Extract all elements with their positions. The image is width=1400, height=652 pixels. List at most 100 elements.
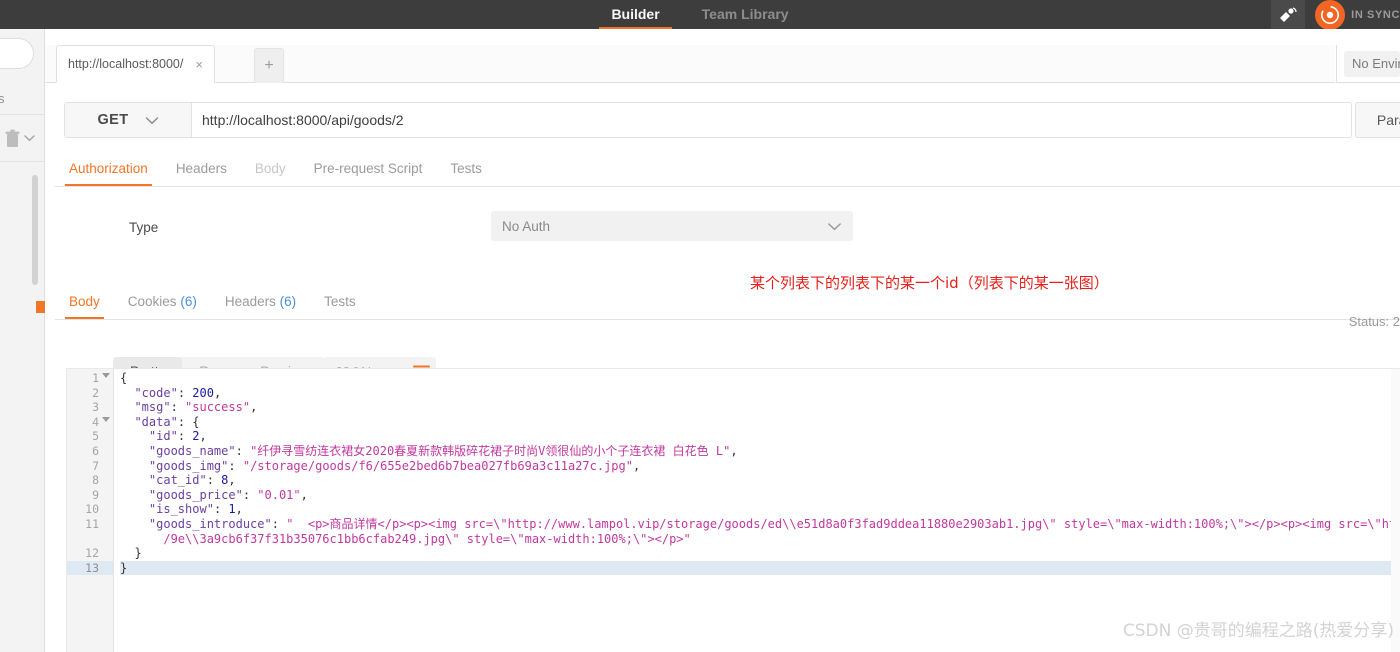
code-token: "纤伊寻雪纺连衣裙女2020春夏新款韩版碎花裙子时尚V领很仙的小个子连衣裙 白花… [250,443,731,458]
response-tab-cookies[interactable]: Cookies (6) [114,287,211,319]
status-badge: Status: 2 [1348,314,1400,329]
line-number: 2 [92,385,99,400]
tab-authorization[interactable]: Authorization [55,154,162,186]
postman-window: Builder Team Library IN SYNC s http://lo… [0,0,1400,652]
sidebar-accent-marker [36,301,45,313]
line-number [67,532,113,547]
line-number: 5 [92,429,99,444]
response-tab-headers[interactable]: Headers (6) [211,287,310,319]
line-number: 13 [67,560,113,576]
sidebar-trash-control[interactable] [4,125,45,151]
code-token: "code" [134,385,178,400]
sync-status-label: IN SYNC [1351,8,1400,21]
request-sub-tabs: Authorization Headers Body Pre-request S… [55,154,1400,187]
code-token: "goods_introduce" [148,516,272,531]
line-number: 6 [92,443,99,458]
response-body-editor[interactable]: 1 2 3 4 5 6 7 8 9 10 11 12 13 { "code": 200, "msg": … [66,368,1400,652]
environment-selector-wrap: No Envir [1336,45,1400,83]
code-line: "is_show": 1, [120,502,1400,517]
line-number: 4 [67,415,113,430]
editor-vertical-scrollbar[interactable] [1391,369,1400,652]
code-token: 200 [192,385,214,400]
watermark: CSDN @贵哥的编程之路(热爱分享) [1122,621,1394,641]
sidebar-scrollbar[interactable] [32,175,38,285]
fold-arrow-icon[interactable] [102,416,110,422]
new-tab-button[interactable]: + [254,48,284,83]
tab-headers[interactable]: Headers [162,154,241,186]
auth-type-label: Type [129,220,159,235]
editor-code-area[interactable]: { "code": 200, "msg": "success", "data":… [114,369,1400,652]
code-token: "goods_name" [148,443,236,458]
code-line: "goods_price": "0.01", [120,488,1400,503]
response-tab-body-label: Body [69,294,100,309]
sidebar: s [0,29,45,652]
code-token: "data" [134,414,178,429]
satellite-icon[interactable] [1271,0,1306,29]
line-number: 12 [85,546,99,561]
response-tab-tests[interactable]: Tests [310,287,370,319]
sidebar-divider-2 [0,161,45,162]
fold-arrow-icon[interactable] [102,373,110,378]
code-token: : [213,502,229,517]
code-token: : [228,458,243,473]
close-icon[interactable]: × [195,58,203,71]
nav-tab-team-library[interactable]: Team Library [698,0,793,29]
cookies-count: (6) [180,294,197,309]
code-token: , [213,385,222,400]
method-selector[interactable]: GET [65,103,192,137]
code-token: , [730,443,738,458]
response-tab-body[interactable]: Body [55,287,114,319]
code-token: , [300,487,308,502]
code-token: , [632,458,641,473]
code-line: { [120,371,1400,386]
tab-pre-request-script[interactable]: Pre-request Script [300,154,437,186]
method-label: GET [97,112,129,128]
chevron-down-icon [24,135,35,142]
auth-type-select[interactable]: No Auth [491,211,853,241]
tab-body[interactable]: Body [241,154,300,186]
url-input[interactable] [192,103,1351,137]
code-line: "id": 2, [120,429,1400,444]
code-token: : [206,473,222,488]
nav-tab-builder[interactable]: Builder [599,0,672,31]
code-line: "code": 200, [120,386,1400,401]
code-token: "/storage/goods/f6/655e2bed6b7bea027fb69… [242,458,633,473]
code-line: "cat_id": 8, [120,473,1400,488]
code-token: "id" [148,429,178,444]
code-token: " <p>商品详情</p><p><img src=\"http://www.la… [286,516,1400,531]
top-navigation-bar: Builder Team Library IN SYNC [0,0,1400,31]
params-button[interactable]: Params [1355,102,1400,138]
editor-line-number-gutter: 1 2 3 4 5 6 7 8 9 10 11 12 13 [67,369,114,652]
chevron-down-icon [828,222,841,230]
request-tab-strip: http://localhost:8000/ × + [45,45,1335,83]
auth-type-value: No Auth [502,218,551,234]
environment-selector[interactable]: No Envir [1344,50,1400,77]
top-nav-items: Builder Team Library [0,0,1400,31]
code-line: } [120,560,1400,576]
request-tab-label: http://localhost:8000/ [68,57,184,71]
line-number: 3 [92,400,99,415]
request-bar: GET [64,102,1352,138]
line-number: 1 [67,371,113,386]
response-tabs: Body Cookies (6) Headers (6) Tests [55,287,1400,320]
sync-status[interactable]: IN SYNC [1315,0,1400,30]
request-tab[interactable]: http://localhost:8000/ × [56,45,215,83]
authorization-panel: Type No Auth [55,187,1400,287]
code-token: } [120,546,142,561]
code-line: "goods_name": "纤伊寻雪纺连衣裙女2020春夏新款韩版碎花裙子时尚… [120,444,1400,459]
red-annotation-text: 某个列表下的列表下的某一个id（列表下的某一张图） [750,274,1109,292]
code-token: "cat_id" [148,473,207,488]
code-line: "goods_img": "/storage/goods/f6/655e2bed… [120,459,1400,474]
tab-tests[interactable]: Tests [436,154,496,186]
code-token: : [271,516,287,531]
line-number: 7 [92,458,99,473]
line-number: 11 [85,516,99,531]
sidebar-search-input[interactable] [0,38,34,69]
code-line: /9e\\3a9cb6f37f31b35076c1bb6cfab249.jpg\… [120,532,1400,547]
